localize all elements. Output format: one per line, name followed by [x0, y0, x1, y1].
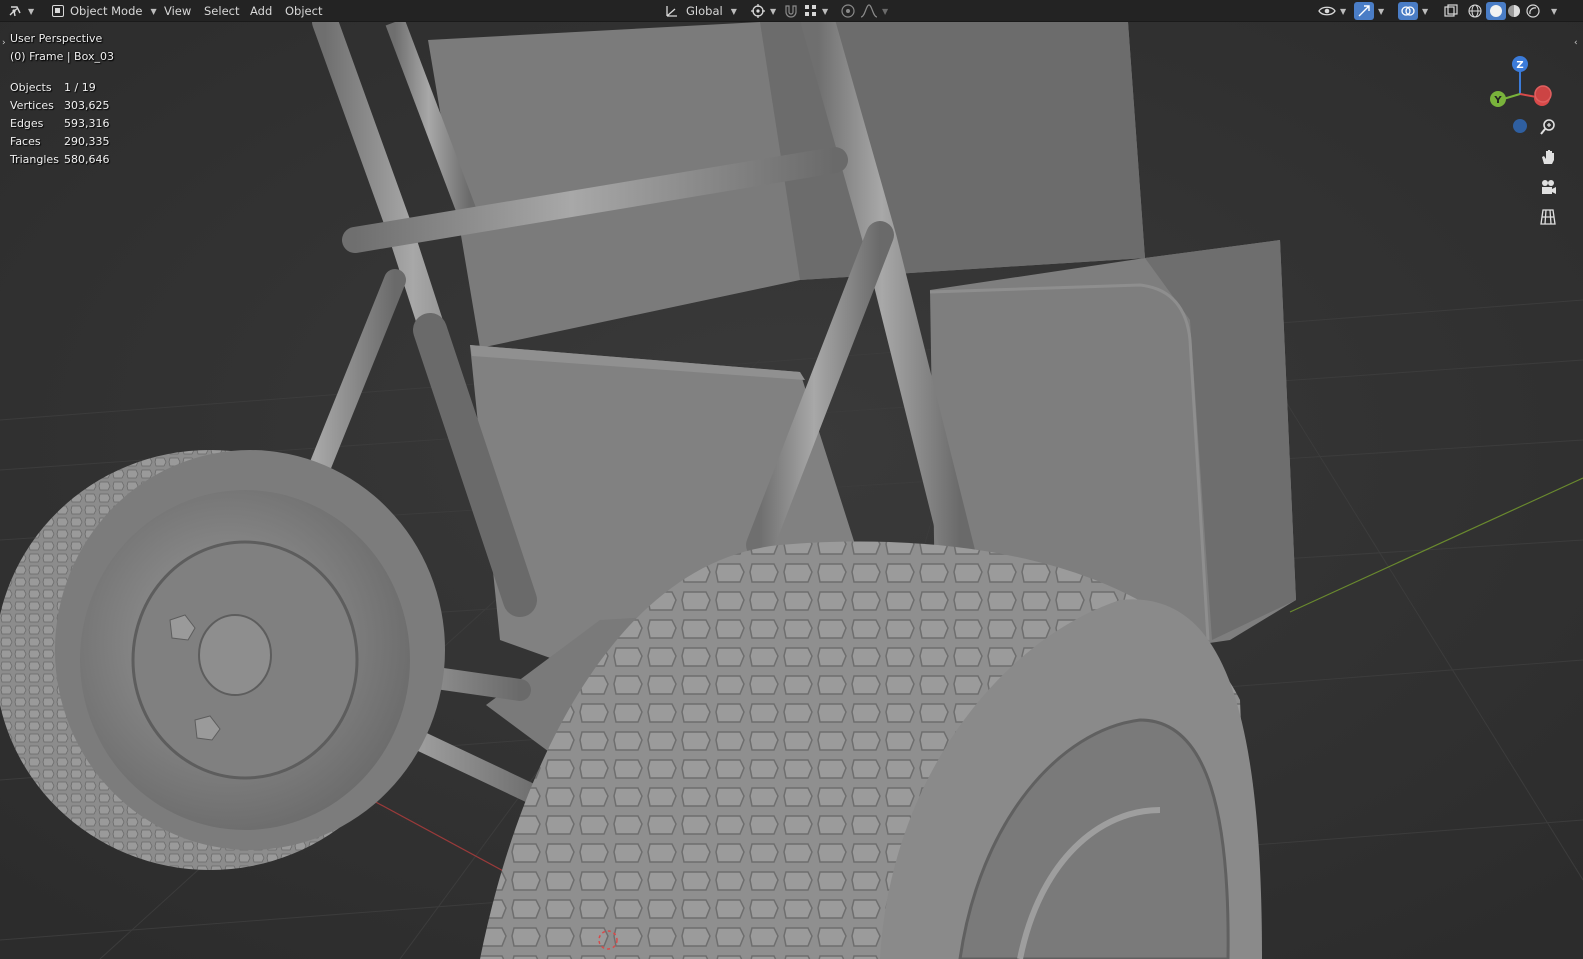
menu-object[interactable]: Object [279, 2, 328, 20]
sidebar-expand-arrow[interactable]: ‹ [1574, 38, 1578, 48]
neg-z-axis-handle [1513, 119, 1527, 133]
toolbar-expand-arrow[interactable]: › [2, 38, 6, 48]
menu-view[interactable]: View [158, 2, 197, 20]
menu-add[interactable]: Add [244, 2, 278, 20]
y-axis-label: Y [1493, 95, 1502, 106]
proportional-editing-toggle[interactable] [840, 2, 856, 20]
shading-material-button[interactable] [1506, 2, 1522, 20]
projection-toggle-button[interactable] [1535, 204, 1561, 230]
stat-row: Objects 1 / 19 [10, 78, 110, 96]
chevron-down-icon: ▼ [1340, 6, 1347, 16]
stat-label: Triangles [10, 152, 59, 166]
overlays-toggle[interactable]: ▼ [1398, 2, 1428, 20]
chevron-down-icon: ▼ [28, 6, 35, 16]
stat-label: Vertices [10, 98, 54, 112]
chevron-down-icon: ▼ [882, 6, 889, 16]
wireframe-sphere-icon [1467, 3, 1483, 19]
stat-row: Triangles 580,646 [10, 150, 110, 168]
mode-dropdown[interactable]: Object Mode ▼ [46, 2, 163, 20]
stat-value: 580,646 [64, 152, 110, 166]
pivot-icon [750, 3, 766, 19]
solid-sphere-icon [1486, 2, 1506, 20]
visibility-dropdown[interactable]: ▼ [1318, 2, 1346, 20]
chevron-down-icon: ▼ [1378, 6, 1385, 16]
stat-label: Objects [10, 80, 52, 94]
chevron-down-icon: ▼ [730, 6, 737, 16]
stat-row: Vertices 303,625 [10, 96, 110, 114]
z-axis-label: Z [1516, 60, 1523, 71]
chevron-down-icon: ▼ [822, 6, 829, 16]
transform-orientation-dropdown[interactable]: Global ▼ [664, 2, 737, 20]
editor-type-icon [8, 4, 24, 18]
stat-value: 593,316 [64, 116, 110, 130]
snap-target-dropdown[interactable]: ▼ [804, 2, 828, 20]
stat-label: Faces [10, 134, 41, 148]
snap-grid-icon [804, 4, 818, 18]
falloff-curve-icon [860, 4, 878, 18]
magnet-icon [783, 3, 799, 19]
material-sphere-icon [1506, 3, 1522, 19]
overlays-icon [1398, 2, 1418, 20]
gizmo-toggle[interactable]: ▼ [1354, 2, 1384, 20]
pan-button[interactable] [1535, 144, 1561, 170]
mode-label: Object Mode [70, 4, 143, 18]
stat-value: 303,625 [64, 98, 110, 112]
proportional-edit-icon [840, 3, 856, 19]
shading-rendered-button[interactable] [1525, 2, 1541, 20]
chevron-down-icon: ▼ [770, 6, 777, 16]
orientation-axes-icon [664, 4, 680, 18]
stat-value: 1 / 19 [64, 80, 96, 94]
gizmo-icon [1354, 2, 1374, 20]
viewport-header: ▼ Object Mode ▼ View Select Add Object G… [0, 0, 1583, 22]
stat-value: 290,335 [64, 134, 110, 148]
xray-toggle[interactable] [1443, 2, 1459, 20]
shading-solid-button[interactable] [1486, 2, 1506, 20]
chevron-down-icon: ▼ [1551, 6, 1558, 16]
eye-icon [1318, 4, 1336, 18]
grid-projection-icon [1539, 208, 1557, 226]
shading-options-dropdown[interactable]: ▼ [1547, 2, 1557, 20]
object-mode-icon [52, 5, 64, 17]
pan-hand-icon [1539, 148, 1557, 166]
scene-statistics: Objects 1 / 19 Vertices 303,625 Edges 593,3… [10, 78, 110, 168]
editor-type-button[interactable]: ▼ [8, 2, 34, 20]
stat-row: Faces 290,335 [10, 132, 110, 150]
active-object-label: (0) Frame | Box_03 [10, 50, 114, 63]
zoom-icon [1539, 118, 1557, 136]
shading-wireframe-button[interactable] [1467, 2, 1483, 20]
falloff-dropdown[interactable]: ▼ [860, 2, 888, 20]
orientation-label: Global [686, 4, 723, 18]
scene-render [0, 22, 1583, 959]
rendered-sphere-icon [1525, 3, 1541, 19]
pivot-point-dropdown[interactable]: ▼ [750, 2, 776, 20]
view-perspective-label: User Perspective [10, 32, 103, 45]
3d-viewport[interactable]: User Perspective (0) Frame | Box_03 Obje… [0, 22, 1583, 959]
stat-row: Edges 593,316 [10, 114, 110, 132]
xray-icon [1443, 3, 1459, 19]
stat-label: Edges [10, 116, 44, 130]
zoom-button[interactable] [1535, 114, 1561, 140]
chevron-down-icon: ▼ [1422, 6, 1429, 16]
snap-toggle[interactable] [783, 2, 799, 20]
menu-select[interactable]: Select [198, 2, 245, 20]
camera-view-button[interactable] [1535, 174, 1561, 200]
camera-icon [1539, 178, 1557, 196]
chevron-down-icon: ▼ [150, 6, 157, 16]
